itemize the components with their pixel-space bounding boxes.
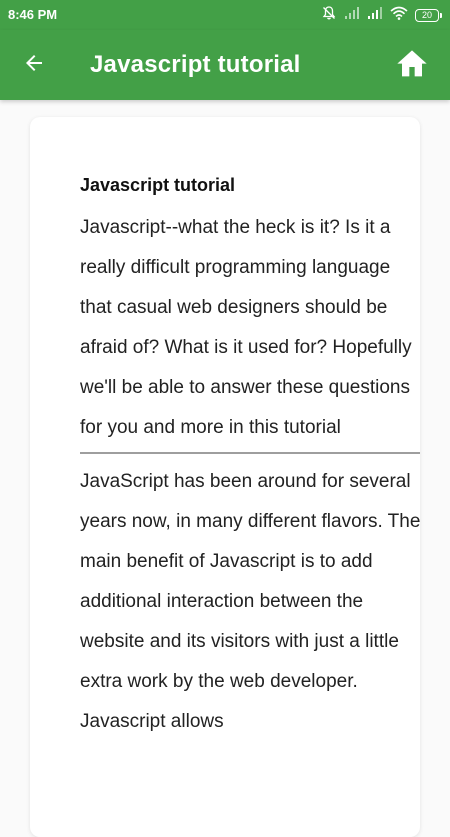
article-paragraph: Javascript--what the heck is it? Is it a… [80, 217, 412, 438]
article-body: Javascript tutorial Javascript--what the… [80, 175, 420, 742]
status-time: 8:46 PM [8, 7, 58, 22]
page-title: Javascript tutorial [90, 51, 301, 78]
signal-icon [344, 6, 360, 25]
mute-icon [321, 5, 337, 26]
back-button[interactable] [18, 49, 50, 81]
article-title: Javascript tutorial [80, 175, 236, 195]
wifi-icon [390, 6, 408, 25]
battery-icon: 20 [415, 8, 442, 22]
article-paragraph: JavaScript has been around for several y… [80, 471, 420, 732]
signal-icon [367, 6, 383, 25]
battery-level: 20 [415, 8, 439, 22]
status-icons: 20 [321, 5, 442, 26]
home-icon [396, 48, 428, 83]
divider [80, 452, 420, 454]
status-bar: 8:46 PM 20 [0, 0, 450, 30]
arrow-left-icon [22, 51, 46, 80]
home-button[interactable] [394, 47, 430, 83]
app-bar: Javascript tutorial [0, 30, 450, 100]
content-card: Javascript tutorial Javascript--what the… [30, 117, 420, 837]
